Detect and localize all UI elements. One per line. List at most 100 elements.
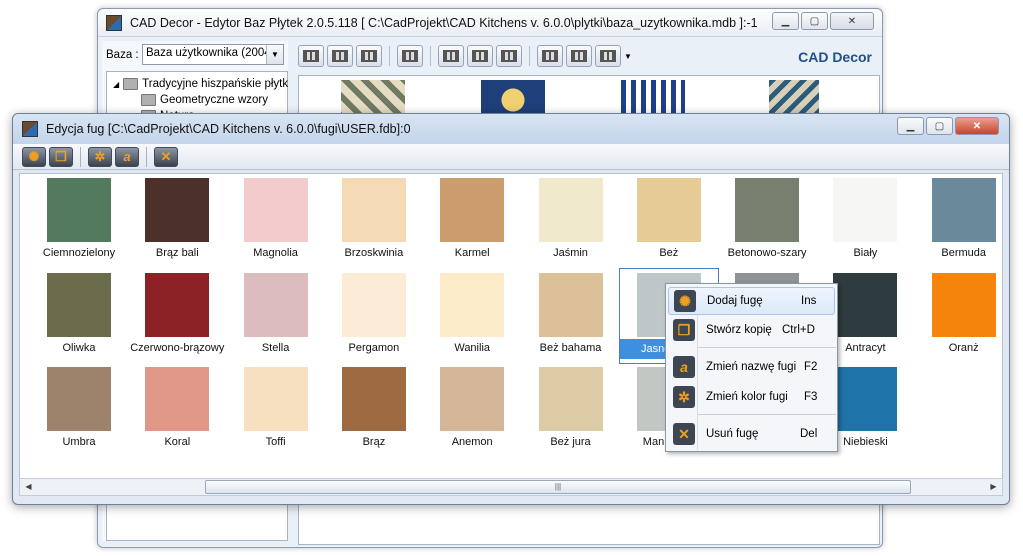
menu-item-change-color[interactable]: ✲ Zmień kolor fugi F3 <box>668 383 835 411</box>
grout-swatch[interactable]: Brzoskwinia <box>325 174 423 268</box>
chevron-down-icon[interactable]: ▼ <box>266 45 283 64</box>
minimize-button[interactable]: ▁ <box>772 12 799 30</box>
menu-item-delete[interactable]: ✕ Usuń fugę Del <box>668 420 835 448</box>
grout-swatch[interactable]: Beż <box>620 174 718 268</box>
menu-item-rename[interactable]: a Zmień nazwę fugi F2 <box>668 353 835 381</box>
delete-icon: ✕ <box>673 423 695 445</box>
database-button[interactable] <box>356 45 382 67</box>
database-stack-button[interactable] <box>537 45 563 67</box>
tree-item[interactable]: Geometryczne wzory <box>141 94 268 106</box>
swatch-label: Czerwono-brązowy <box>130 341 225 354</box>
menu-item-label: Zmień kolor fugi <box>706 391 788 403</box>
menu-item-copy[interactable]: ❐ Stwórz kopię Ctrl+D <box>668 316 835 344</box>
grout-swatch[interactable]: Beż bahama <box>522 269 620 363</box>
swatch-label: Oliwka <box>62 341 96 354</box>
grout-swatch[interactable] <box>915 363 1002 457</box>
image-button[interactable] <box>595 45 621 67</box>
grout-swatch[interactable]: Oranż <box>915 269 1002 363</box>
swatch-label: Beż <box>659 247 679 259</box>
swatch-color <box>243 367 308 431</box>
swatch-label: Pergamon <box>348 341 400 354</box>
swatch-color <box>833 178 898 242</box>
grout-swatch[interactable]: Stella <box>227 269 325 363</box>
scroll-right-icon[interactable]: ▶ <box>985 479 1002 495</box>
menu-item-shortcut: Ctrl+D <box>782 324 815 336</box>
grout-swatch-grid: Ciemnozielony Brąz bali Magnolia Brzoskwini… <box>19 173 1003 484</box>
grout-swatch[interactable]: Biały <box>816 174 914 268</box>
background-window-title: CAD Decor - Edytor Baz Płytek 2.0.5.118 … <box>130 15 758 30</box>
color-wheel-icon[interactable]: ✲ <box>88 146 112 167</box>
grout-swatch[interactable]: Magnolia <box>227 174 325 268</box>
calculator-button[interactable] <box>438 45 464 67</box>
dialog-titlebar[interactable]: Edycja fug [C:\CadProjekt\CAD Kitchens v… <box>13 114 1009 144</box>
swatch-label: Beż bahama <box>539 341 602 354</box>
grid-add-button[interactable] <box>327 45 353 67</box>
scrollbar-thumb[interactable]: ||| <box>205 480 911 494</box>
swatch-color <box>440 272 505 337</box>
toolbar-separator <box>529 46 530 66</box>
swatch-color <box>931 272 996 337</box>
close-button[interactable]: ✕ <box>955 117 999 135</box>
menu-item-shortcut: Ins <box>801 295 817 307</box>
rename-icon[interactable]: a <box>115 146 139 167</box>
grout-swatch[interactable]: Ciemnozielony <box>30 174 128 268</box>
swatch-color <box>538 367 603 431</box>
grout-swatch[interactable]: Koral <box>128 363 226 457</box>
swatch-color <box>145 272 210 337</box>
grout-swatch[interactable]: Toffi <box>227 363 325 457</box>
minimize-button[interactable]: ▁ <box>897 117 924 135</box>
chart-button[interactable] <box>496 45 522 67</box>
horizontal-scrollbar[interactable]: ◀ ||| ▶ <box>19 478 1003 496</box>
grid-view-button[interactable] <box>298 45 324 67</box>
base-select[interactable]: Baza użytkownika (2004-( ▼ <box>142 44 284 65</box>
grout-swatch[interactable]: Beż jura <box>522 363 620 457</box>
copy-grout-icon[interactable]: ❐ <box>49 146 73 167</box>
base-label: Baza : <box>106 49 139 61</box>
grout-swatch[interactable]: Oliwka <box>30 269 128 363</box>
tree-expander-icon[interactable]: ◢ <box>113 80 119 89</box>
delete-button[interactable] <box>397 45 423 67</box>
grout-swatch[interactable]: Brąz <box>325 363 423 457</box>
grout-swatch[interactable]: Anemon <box>423 363 521 457</box>
swatch-color <box>440 178 505 242</box>
tree-item[interactable]: ◢ Tradycyjne hiszpańskie płytk <box>113 78 288 90</box>
grout-editor-dialog: Edycja fug [C:\CadProjekt\CAD Kitchens v… <box>12 113 1010 505</box>
background-titlebar[interactable]: CAD Decor - Edytor Baz Płytek 2.0.5.118 … <box>98 9 882 37</box>
swatch-label: Brzoskwinia <box>344 247 404 259</box>
grout-swatch[interactable]: Umbra <box>30 363 128 457</box>
grout-swatch[interactable]: Jaśmin <box>522 174 620 268</box>
maximize-button[interactable]: ▢ <box>801 12 828 30</box>
menu-item-label: Dodaj fugę <box>707 295 763 307</box>
swatch-color <box>145 367 210 431</box>
swatch-color <box>538 272 603 337</box>
swatch-label: Wanilia <box>454 341 491 354</box>
swatch-color <box>636 178 701 242</box>
grout-swatch[interactable]: Wanilia <box>423 269 521 363</box>
delete-icon[interactable]: ✕ <box>154 146 178 167</box>
close-button[interactable]: ✕ <box>830 12 874 30</box>
add-grout-icon[interactable]: ✺ <box>22 146 46 167</box>
rename-icon: a <box>673 356 695 378</box>
refresh-button[interactable] <box>566 45 592 67</box>
swatch-color <box>341 367 406 431</box>
grout-swatch[interactable]: Pergamon <box>325 269 423 363</box>
grout-swatch[interactable]: Bermuda <box>915 174 1002 268</box>
table-button[interactable] <box>467 45 493 67</box>
chevron-down-icon[interactable]: ▼ <box>624 52 632 61</box>
add-grout-icon: ✺ <box>674 290 696 312</box>
grout-swatch[interactable]: Czerwono-brązowy <box>128 269 226 363</box>
swatch-color <box>47 272 111 337</box>
swatch-label: Magnolia <box>253 247 298 259</box>
menu-item-add-grout[interactable]: ✺ Dodaj fugę Ins <box>668 287 835 315</box>
toolbar-separator <box>146 146 147 167</box>
swatch-color <box>735 178 800 242</box>
maximize-button[interactable]: ▢ <box>926 117 953 135</box>
swatch-label: Brąz bali <box>155 247 199 259</box>
toolbar-separator <box>389 46 390 66</box>
swatch-label: Jaśmin <box>553 247 588 259</box>
grout-swatch[interactable]: Karmel <box>423 174 521 268</box>
grout-swatch[interactable]: Betonowo-szary <box>718 174 816 268</box>
menu-separator <box>698 347 836 348</box>
grout-swatch[interactable]: Brąz bali <box>128 174 226 268</box>
scroll-left-icon[interactable]: ◀ <box>20 479 37 495</box>
